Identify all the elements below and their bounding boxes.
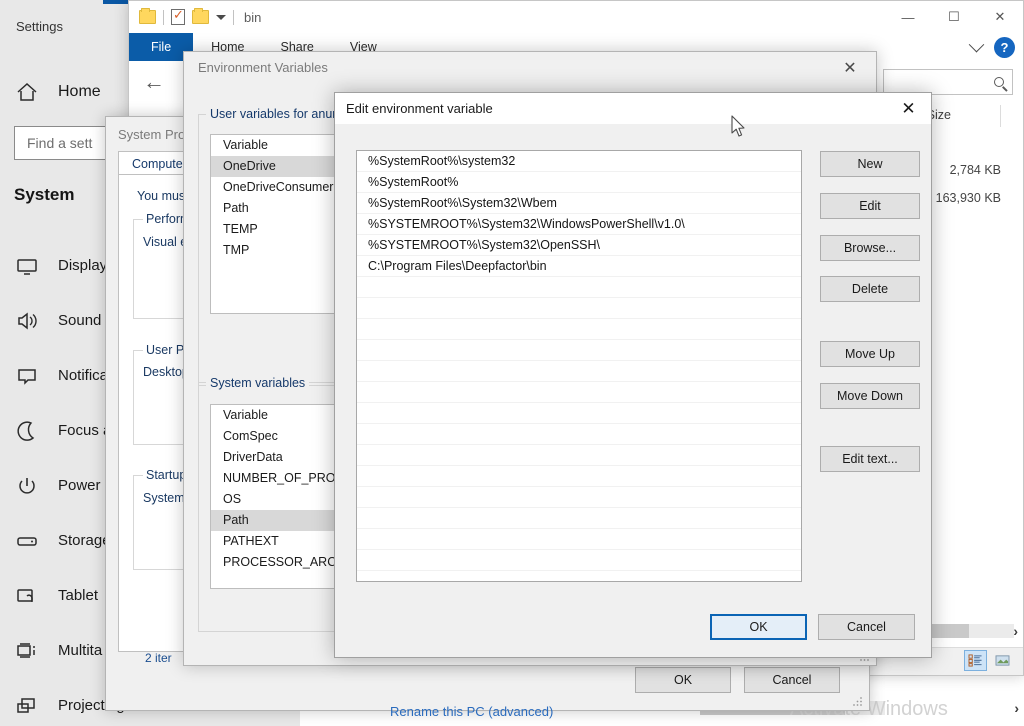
sidebar-item-label: Notifica	[58, 367, 109, 384]
list-item[interactable]: %SYSTEMROOT%\System32\WindowsPowerShell\…	[357, 214, 801, 235]
list-item-empty[interactable]	[357, 382, 801, 403]
folder-icon[interactable]	[139, 8, 156, 24]
system-variables-group-label: System variables	[206, 376, 310, 390]
edit-dialog-title: Edit environment variable	[346, 101, 493, 116]
customize-chevron-icon[interactable]	[216, 14, 226, 20]
large-icons-view-icon[interactable]	[991, 650, 1014, 671]
system-properties-intro: You mus	[137, 189, 186, 203]
list-item-empty[interactable]	[357, 361, 801, 382]
list-item-empty[interactable]	[357, 403, 801, 424]
close-button[interactable]: ✕	[977, 1, 1023, 33]
monitor-icon	[14, 253, 40, 279]
edit-environment-variable-dialog: Edit environment variable ✕ %SystemRoot%…	[334, 92, 932, 658]
list-item-empty[interactable]	[357, 508, 801, 529]
window-controls: — ☐ ✕	[885, 1, 1023, 33]
list-item-empty[interactable]	[357, 550, 801, 571]
file-size-cell: 2,784 KB	[949, 163, 1001, 177]
explorer-title: bin	[244, 9, 262, 25]
view-mode-buttons	[964, 650, 1014, 671]
rename-pc-link[interactable]: Rename this PC (advanced)	[390, 704, 553, 719]
list-item-empty[interactable]	[357, 298, 801, 319]
list-item[interactable]: %SystemRoot%\system32	[357, 151, 801, 172]
list-item-empty[interactable]	[357, 445, 801, 466]
tablet-icon	[14, 583, 40, 609]
list-item-empty[interactable]	[357, 340, 801, 361]
path-entries-list[interactable]: %SystemRoot%\system32 %SystemRoot% %Syst…	[356, 150, 802, 582]
browse-button[interactable]: Browse...	[820, 235, 920, 261]
sidebar-item-label: Storage	[58, 532, 111, 549]
speaker-icon	[14, 308, 40, 334]
minimize-button[interactable]: —	[885, 1, 931, 33]
chevron-down-icon[interactable]	[968, 36, 985, 53]
system-properties-ok-button[interactable]: OK	[635, 667, 731, 693]
list-item-empty[interactable]	[357, 529, 801, 550]
projecting-icon	[14, 693, 40, 719]
list-item-empty[interactable]	[357, 487, 801, 508]
scroll-right-icon[interactable]: ›	[1013, 623, 1018, 639]
toolbar-separator	[163, 9, 164, 25]
moon-icon	[14, 418, 40, 444]
maximize-button[interactable]: ☐	[931, 1, 977, 33]
storage-icon	[14, 528, 40, 554]
resize-grip[interactable]	[852, 694, 864, 706]
page-title: System	[14, 185, 75, 204]
help-icon[interactable]: ?	[994, 37, 1015, 58]
power-icon	[14, 473, 40, 499]
home-label: Home	[58, 83, 101, 100]
new-button[interactable]: New	[820, 151, 920, 177]
sidebar-item-label: Sound	[58, 312, 102, 329]
sidebar-item-label: Power	[58, 477, 101, 494]
sidebar-item-label: Tablet	[58, 587, 99, 604]
performance-group-text: Visual e	[143, 235, 188, 249]
close-icon[interactable]: ✕	[828, 54, 872, 82]
delete-button[interactable]: Delete	[820, 276, 920, 302]
scroll-right-icon-secondary[interactable]: ›	[1014, 700, 1019, 716]
list-item[interactable]: %SYSTEMROOT%\System32\OpenSSH\	[357, 235, 801, 256]
sidebar-item-label: Multita	[58, 642, 103, 659]
settings-app-title: Settings	[16, 19, 63, 34]
edit-button[interactable]: Edit	[820, 193, 920, 219]
system-properties-cancel-button[interactable]: Cancel	[744, 667, 840, 693]
system-properties-title: System Pro	[118, 127, 186, 142]
home-icon	[14, 79, 40, 105]
environment-variables-title: Environment Variables	[198, 60, 328, 75]
notification-icon	[14, 363, 40, 389]
search-icon	[994, 77, 1004, 87]
list-item[interactable]: %SystemRoot%	[357, 172, 801, 193]
properties-icon[interactable]	[171, 7, 185, 25]
ribbon-right-controls: ?	[968, 36, 1015, 58]
user-profiles-group-text: Desktop	[143, 365, 189, 379]
new-folder-icon[interactable]	[192, 8, 209, 24]
explorer-status-text: 2 iter	[145, 651, 172, 665]
move-down-button[interactable]: Move Down	[820, 383, 920, 409]
list-item-empty[interactable]	[357, 277, 801, 298]
close-icon[interactable]: ✕	[886, 93, 931, 124]
list-item[interactable]: C:\Program Files\Deepfactor\bin	[357, 256, 801, 277]
sidebar-item-label: Display	[58, 257, 108, 274]
screen-root: Settings Home Find a sett System Display	[0, 0, 1024, 726]
back-arrow-icon[interactable]: ←	[143, 71, 165, 93]
list-item-empty[interactable]	[357, 424, 801, 445]
file-size-cell: 163,930 KB	[935, 191, 1001, 205]
list-item-empty[interactable]	[357, 466, 801, 487]
startup-group-text: System	[143, 491, 185, 505]
sidebar-item-label: Focus a	[58, 422, 112, 439]
list-item-empty[interactable]	[357, 319, 801, 340]
edit-text-button[interactable]: Edit text...	[820, 446, 920, 472]
details-view-icon[interactable]	[964, 650, 987, 671]
edit-dialog-cancel-button[interactable]: Cancel	[818, 614, 915, 640]
move-up-button[interactable]: Move Up	[820, 341, 920, 367]
toolbar-separator	[233, 9, 234, 25]
user-variables-group-label: User variables for anur	[206, 107, 341, 121]
multitasking-icon	[14, 638, 40, 664]
mouse-cursor	[730, 115, 746, 139]
column-divider	[1000, 105, 1001, 127]
edit-dialog-ok-button[interactable]: OK	[710, 614, 807, 640]
list-item[interactable]: %SystemRoot%\System32\Wbem	[357, 193, 801, 214]
